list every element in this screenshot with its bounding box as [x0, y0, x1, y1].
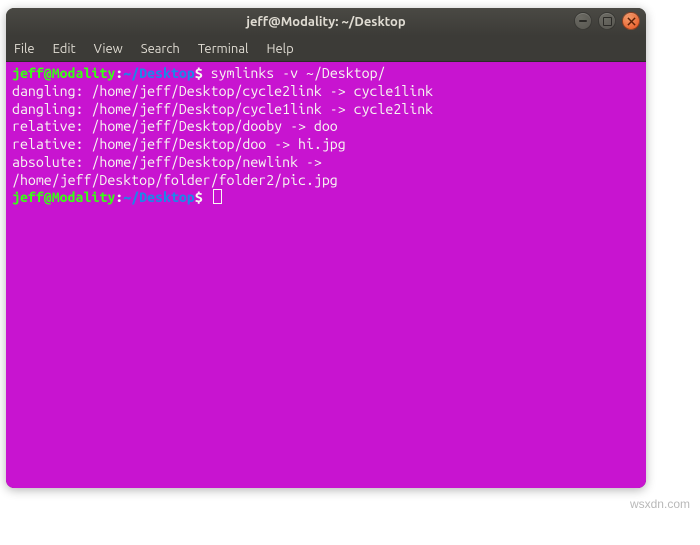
prompt-userhost: jeff@Modality	[12, 65, 115, 81]
maximize-icon[interactable]	[598, 12, 616, 30]
minimize-icon[interactable]	[574, 12, 592, 30]
output-line: relative: /home/jeff/Desktop/doo -> hi.j…	[12, 136, 346, 152]
terminal-window: jeff@Modality: ~/Desktop File Edit View …	[6, 8, 646, 488]
watermark: wsxdn.com	[630, 497, 690, 511]
output-line: absolute: /home/jeff/Desktop/newlink -> …	[12, 154, 338, 188]
menu-help[interactable]: Help	[266, 42, 293, 56]
prompt-path: ~/Desktop	[123, 189, 195, 205]
prompt-dollar: $	[195, 189, 203, 205]
menu-view[interactable]: View	[94, 42, 123, 56]
output-line: relative: /home/jeff/Desktop/dooby -> do…	[12, 118, 338, 134]
output-line: dangling: /home/jeff/Desktop/cycle2link …	[12, 83, 433, 99]
cursor-icon	[213, 189, 222, 204]
terminal-body[interactable]: jeff@Modality:~/Desktop$ symlinks -v ~/D…	[6, 62, 646, 488]
window-controls	[574, 12, 640, 30]
output-line: dangling: /home/jeff/Desktop/cycle1link …	[12, 101, 433, 117]
menu-terminal[interactable]: Terminal	[198, 42, 249, 56]
menubar: File Edit View Search Terminal Help	[6, 36, 646, 62]
window-title: jeff@Modality: ~/Desktop	[246, 15, 405, 29]
command-text: symlinks -v ~/Desktop/	[203, 65, 386, 81]
menu-file[interactable]: File	[14, 42, 35, 56]
prompt-userhost: jeff@Modality	[12, 189, 115, 205]
menu-search[interactable]: Search	[141, 42, 180, 56]
titlebar[interactable]: jeff@Modality: ~/Desktop	[6, 8, 646, 36]
prompt-path: ~/Desktop	[123, 65, 195, 81]
close-icon[interactable]	[622, 12, 640, 30]
prompt-dollar: $	[195, 65, 203, 81]
menu-edit[interactable]: Edit	[53, 42, 76, 56]
